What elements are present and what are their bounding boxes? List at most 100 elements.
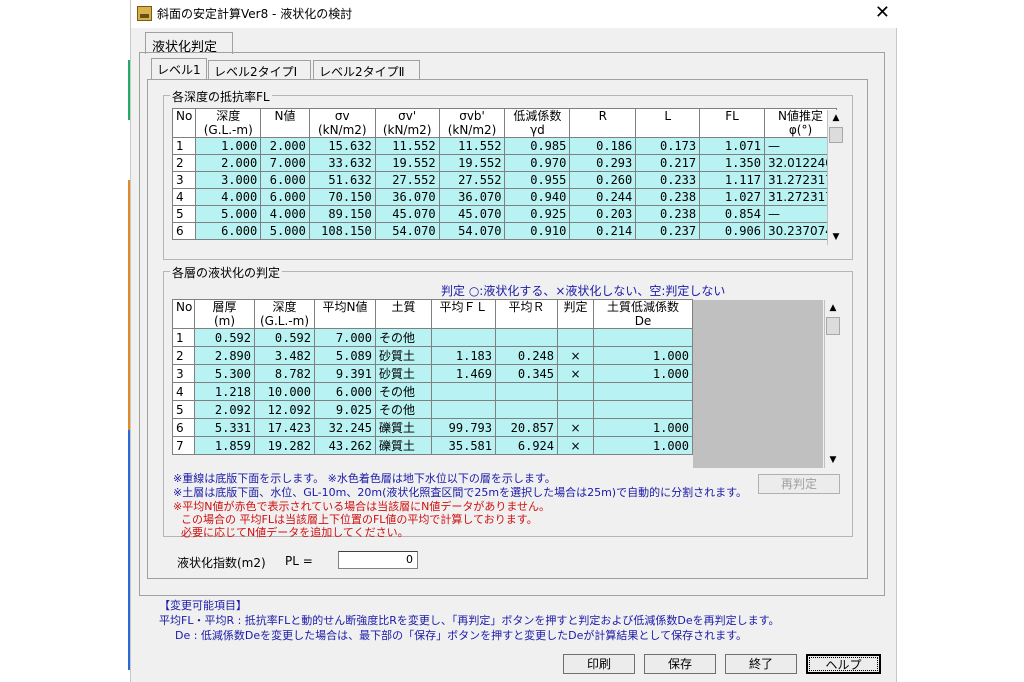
fl-cell[interactable]: 0.906: [699, 222, 765, 240]
layer-cell[interactable]: 7.000: [314, 328, 376, 347]
fl-cell[interactable]: 45.070: [438, 205, 506, 223]
layer-cell[interactable]: 43.262: [314, 436, 376, 455]
fl-cell[interactable]: 0.238: [635, 188, 701, 206]
fl-cell[interactable]: 4.000: [195, 188, 262, 206]
layer-cell[interactable]: 礫質土: [375, 436, 432, 455]
layer-cell[interactable]: 砂質土: [375, 346, 432, 365]
layer-cell[interactable]: ×: [557, 418, 594, 437]
fl-cell[interactable]: 0.293: [569, 154, 637, 172]
layer-cell[interactable]: 32.245: [314, 418, 376, 437]
fl-cell[interactable]: 11.552: [438, 137, 506, 155]
layer-cell[interactable]: [431, 382, 496, 401]
fl-cell[interactable]: 0.985: [504, 137, 571, 155]
layer-cell[interactable]: 2.092: [194, 400, 255, 419]
layer-cell[interactable]: [495, 328, 558, 347]
fl-cell[interactable]: 0.925: [504, 205, 571, 223]
layer-cell[interactable]: 20.857: [495, 418, 558, 437]
layer-cell[interactable]: 5.300: [194, 364, 255, 383]
fl-cell[interactable]: 27.552: [438, 171, 506, 189]
fl-cell[interactable]: —: [763, 205, 838, 223]
layer-cell[interactable]: その他: [375, 328, 432, 347]
fl-cell[interactable]: 0.237: [635, 222, 701, 240]
fl-cell[interactable]: 51.632: [308, 171, 376, 189]
scroll-down-icon[interactable]: ▼: [828, 229, 844, 245]
layer-cell[interactable]: 砂質土: [375, 364, 432, 383]
layer-cell[interactable]: [495, 400, 558, 419]
fl-cell[interactable]: 0.970: [504, 154, 571, 172]
layer-cell[interactable]: [593, 400, 693, 419]
exit-button[interactable]: 終了: [725, 654, 797, 674]
layer-cell[interactable]: 6.924: [495, 436, 558, 455]
layer-cell[interactable]: その他: [375, 382, 432, 401]
layer-cell[interactable]: 1.469: [431, 364, 496, 383]
fl-cell[interactable]: 2.000: [260, 137, 310, 155]
fl-cell[interactable]: 0.238: [635, 205, 701, 223]
fl-cell[interactable]: 15.632: [308, 137, 376, 155]
fl-cell[interactable]: 3.000: [195, 171, 262, 189]
layer-cell[interactable]: [557, 382, 594, 401]
fl-cell[interactable]: 19.552: [438, 154, 506, 172]
fl-cell[interactable]: 32.012240: [763, 154, 838, 172]
fl-cell[interactable]: 0.203: [569, 205, 637, 223]
scroll-thumb[interactable]: [826, 317, 840, 335]
layer-cell[interactable]: 0.248: [495, 346, 558, 365]
layer-cell[interactable]: その他: [375, 400, 432, 419]
fl-cell[interactable]: 0.173: [635, 137, 701, 155]
fl-cell[interactable]: 36.070: [438, 188, 506, 206]
fl-cell[interactable]: 70.150: [308, 188, 376, 206]
layer-cell[interactable]: [593, 328, 693, 347]
layer-cell[interactable]: 99.793: [431, 418, 496, 437]
fl-cell[interactable]: 54.070: [374, 222, 440, 240]
fl-cell[interactable]: 11.552: [374, 137, 440, 155]
layer-cell[interactable]: 1.000: [593, 364, 693, 383]
layer-cell[interactable]: 5.331: [194, 418, 255, 437]
layer-cell[interactable]: [557, 328, 594, 347]
fl-cell[interactable]: 1.000: [195, 137, 262, 155]
save-button[interactable]: 保存: [644, 654, 716, 674]
tab-level1[interactable]: レベル1: [151, 58, 207, 80]
scroll-up-icon[interactable]: ▲: [828, 110, 844, 126]
scroll-thumb[interactable]: [829, 127, 843, 143]
tab-level2-type2[interactable]: レベル2タイプⅡ: [313, 60, 420, 80]
fl-cell[interactable]: 1.071: [699, 137, 765, 155]
fl-cell[interactable]: 0.233: [635, 171, 701, 189]
fl-cell[interactable]: —: [763, 137, 838, 155]
fl-cell[interactable]: 0.214: [569, 222, 637, 240]
help-button[interactable]: ヘルプ: [806, 654, 881, 674]
layer-cell[interactable]: 9.025: [314, 400, 376, 419]
layer-cell[interactable]: 0.592: [194, 328, 255, 347]
layer-cell[interactable]: 礫質土: [375, 418, 432, 437]
layer-cell[interactable]: 1.859: [194, 436, 255, 455]
layer-cell[interactable]: 1.000: [593, 418, 693, 437]
layer-cell[interactable]: 0.592: [254, 328, 315, 347]
fl-cell[interactable]: 0.260: [569, 171, 637, 189]
fl-cell[interactable]: 54.070: [438, 222, 506, 240]
layer-cell[interactable]: [431, 400, 496, 419]
fl-cell[interactable]: 2.000: [195, 154, 262, 172]
layer-cell[interactable]: 5.089: [314, 346, 376, 365]
layer-cell[interactable]: 3.482: [254, 346, 315, 365]
layer-cell[interactable]: [593, 382, 693, 401]
fl-cell[interactable]: 1.350: [699, 154, 765, 172]
fl-cell[interactable]: 0.940: [504, 188, 571, 206]
rejudge-button[interactable]: 再判定: [758, 474, 840, 494]
fl-cell[interactable]: 0.186: [569, 137, 637, 155]
layer-cell[interactable]: ×: [557, 436, 594, 455]
fl-cell[interactable]: 0.955: [504, 171, 571, 189]
fl-cell[interactable]: 33.632: [308, 154, 376, 172]
layer-cell[interactable]: ×: [557, 346, 594, 365]
fl-cell[interactable]: 0.217: [635, 154, 701, 172]
fl-cell[interactable]: 4.000: [260, 205, 310, 223]
fl-cell[interactable]: 31.272317: [763, 188, 838, 206]
layer-cell[interactable]: ×: [557, 364, 594, 383]
fl-cell[interactable]: 0.910: [504, 222, 571, 240]
layer-cell[interactable]: [431, 328, 496, 347]
layer-cell[interactable]: 9.391: [314, 364, 376, 383]
layer-cell[interactable]: 2.890: [194, 346, 255, 365]
scroll-down-icon[interactable]: ▼: [825, 452, 841, 468]
tab-liquefaction-judgement[interactable]: 液状化判定: [145, 32, 233, 55]
fl-cell[interactable]: 36.070: [374, 188, 440, 206]
scroll-up-icon[interactable]: ▲: [825, 300, 841, 316]
fl-cell[interactable]: 6.000: [195, 222, 262, 240]
fl-cell[interactable]: 5.000: [260, 222, 310, 240]
